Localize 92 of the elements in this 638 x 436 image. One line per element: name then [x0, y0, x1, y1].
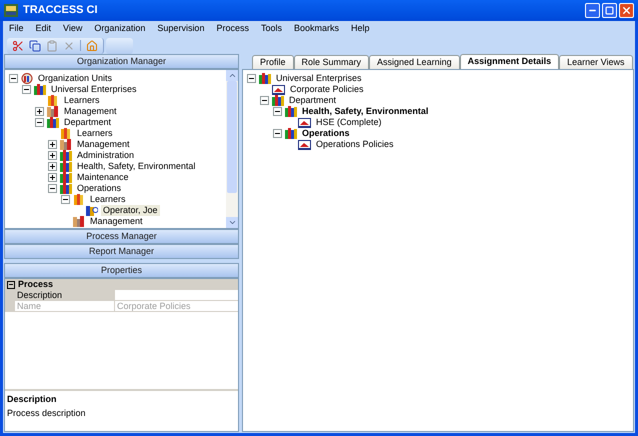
tree-item[interactable]: Management: [62, 106, 119, 117]
collapse-toggle[interactable]: [273, 129, 282, 138]
description-text: Process description: [7, 406, 87, 420]
management-icon: [73, 216, 85, 227]
group-icon: [47, 117, 59, 128]
tree-item[interactable]: HSE (Complete): [314, 117, 384, 128]
tree-item[interactable]: Learners: [88, 194, 128, 205]
collapse-toggle[interactable]: [22, 85, 31, 94]
menu-item[interactable]: File: [9, 22, 24, 36]
tree-item[interactable]: Operations: [75, 183, 124, 194]
management-icon: [47, 106, 59, 117]
collapse-toggle[interactable]: [35, 118, 44, 127]
tree-item[interactable]: Operator, Joe: [101, 205, 160, 216]
close-button[interactable]: [619, 3, 634, 18]
scroll-up-icon[interactable]: [228, 71, 236, 80]
menu-item[interactable]: Help: [351, 22, 370, 36]
tree-item[interactable]: Administration: [75, 150, 136, 161]
expand-toggle[interactable]: [35, 107, 44, 116]
person-icon: [86, 205, 98, 216]
cut-icon[interactable]: [12, 40, 24, 52]
learners-icon: [60, 128, 72, 139]
menu-item[interactable]: View: [63, 22, 82, 36]
scrollbar[interactable]: [226, 70, 238, 228]
org-units-icon: [21, 73, 33, 84]
menu-item[interactable]: Edit: [36, 22, 52, 36]
category-toggle[interactable]: [7, 280, 15, 288]
learners-icon: [47, 95, 59, 106]
tab[interactable]: Assigned Learning: [369, 55, 460, 69]
group-icon: [60, 183, 72, 194]
scroll-down-icon[interactable]: [228, 218, 236, 227]
app-icon: [4, 4, 18, 17]
minimize-button[interactable]: [585, 3, 600, 18]
property-name[interactable]: Description: [15, 290, 115, 300]
menu-item[interactable]: Process: [216, 22, 249, 36]
tree-item[interactable]: Organization Units: [36, 73, 114, 84]
collapse-toggle[interactable]: [273, 107, 282, 116]
tree-item[interactable]: Operations Policies: [314, 139, 396, 150]
learners-icon: [73, 194, 85, 205]
maximize-button[interactable]: [602, 3, 617, 18]
section-button[interactable]: Process Manager: [4, 229, 239, 244]
tree-item[interactable]: Management: [75, 139, 132, 150]
expand-toggle[interactable]: [48, 140, 57, 149]
group-icon: [60, 172, 72, 183]
tree-item[interactable]: Learners: [62, 95, 102, 106]
management-icon: [60, 139, 72, 150]
expand-toggle[interactable]: [48, 151, 57, 160]
group-icon: [259, 73, 271, 84]
menu-item[interactable]: Bookmarks: [294, 22, 339, 36]
tab[interactable]: Assignment Details: [460, 54, 560, 69]
section-button[interactable]: Report Manager: [4, 244, 239, 259]
group-icon: [60, 161, 72, 172]
group-icon: [34, 84, 46, 95]
collapse-toggle[interactable]: [48, 184, 57, 193]
tree-item[interactable]: Universal Enterprises: [274, 73, 364, 84]
tree-item[interactable]: Department: [62, 117, 114, 128]
policy-icon: [298, 140, 311, 150]
tree-item[interactable]: Management: [88, 216, 145, 227]
menu-item[interactable]: Supervision: [157, 22, 204, 36]
toolbar-grip: [106, 38, 133, 54]
tab[interactable]: Learner Views: [559, 55, 632, 69]
maximize-icon: [605, 6, 614, 15]
tree-item[interactable]: Health, Safety, Environmental: [75, 161, 198, 172]
category-label: Process: [18, 278, 54, 291]
tree-item[interactable]: Department: [287, 95, 338, 106]
tab[interactable]: Role Summary: [294, 55, 370, 69]
group-icon: [272, 95, 284, 106]
policy-icon: [298, 118, 311, 128]
group-icon: [285, 106, 297, 117]
group-icon: [285, 128, 297, 139]
menu-item[interactable]: Organization: [94, 22, 146, 36]
expand-toggle[interactable]: [48, 173, 57, 182]
tree-item[interactable]: Corporate Policies: [288, 84, 366, 95]
panel-header: Organization Manager: [4, 54, 239, 69]
tab[interactable]: Profile: [252, 55, 294, 69]
close-icon: [621, 5, 632, 16]
collapse-toggle[interactable]: [61, 195, 70, 204]
tree-item[interactable]: Learners: [75, 128, 115, 139]
tree-item[interactable]: Operations: [300, 128, 352, 139]
collapse-toggle[interactable]: [260, 96, 269, 105]
panel-header: Properties: [4, 263, 239, 278]
tree-item[interactable]: Universal Enterprises: [49, 84, 139, 95]
group-icon: [60, 150, 72, 161]
expand-toggle[interactable]: [48, 162, 57, 171]
menu-item[interactable]: Tools: [260, 22, 282, 36]
window-title: TRACCESS CI: [23, 3, 98, 18]
collapse-toggle[interactable]: [247, 74, 256, 83]
tree-item[interactable]: Health, Safety, Environmental: [300, 106, 430, 117]
copy-icon[interactable]: [29, 40, 41, 52]
collapse-toggle[interactable]: [9, 74, 18, 83]
description-title: Description: [7, 393, 58, 406]
policy-icon: [272, 84, 285, 94]
tree-item[interactable]: Maintenance: [75, 172, 131, 183]
